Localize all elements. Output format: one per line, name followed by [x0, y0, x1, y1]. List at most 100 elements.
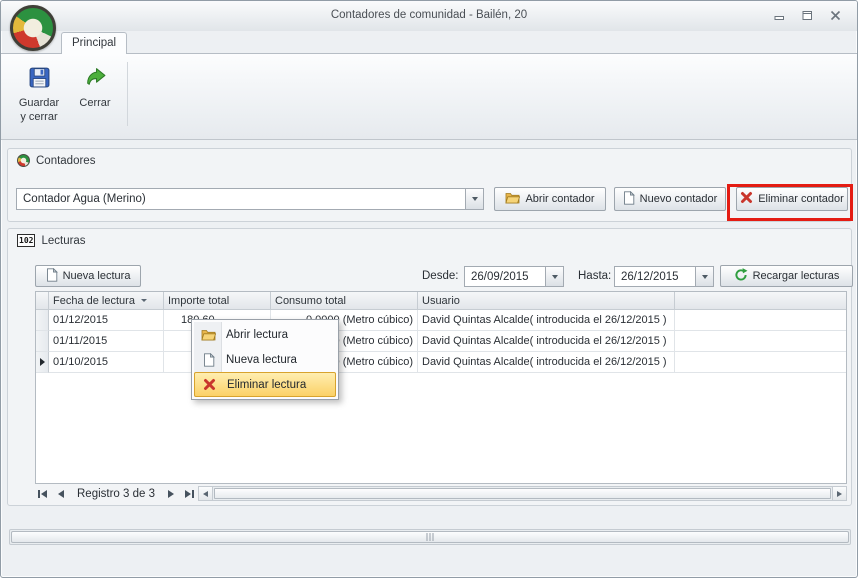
minimize-button[interactable]: [772, 9, 787, 22]
close-icon: [830, 10, 841, 21]
filter-dropdown-icon[interactable]: [141, 299, 147, 302]
tab-principal[interactable]: Principal: [61, 32, 127, 54]
table-row[interactable]: 01/10/2015 0,0000 (Metro cúbico) David Q…: [36, 352, 846, 373]
menu-item-label: Eliminar lectura: [227, 379, 306, 391]
cell-filler: [675, 331, 846, 352]
title-bar: Contadores de comunidad - Bailén, 20: [1, 1, 857, 31]
contadores-group-title: Contadores: [36, 155, 95, 167]
menu-item-eliminar-lectura[interactable]: Eliminar lectura: [194, 372, 336, 397]
contadores-group: Contadores Contador Agua (Merino) Abrir …: [7, 148, 852, 222]
nuevo-contador-button[interactable]: Nuevo contador: [614, 187, 726, 211]
menu-item-label: Nueva lectura: [226, 354, 297, 366]
column-header-usuario[interactable]: Usuario: [418, 292, 675, 310]
column-header-fecha[interactable]: Fecha de lectura: [49, 292, 164, 310]
nueva-lectura-label: Nueva lectura: [63, 270, 131, 282]
arrow-left-icon: [203, 491, 208, 497]
chevron-down-icon: [702, 275, 708, 279]
cell-filler: [675, 310, 846, 331]
scroll-left-button[interactable]: [199, 487, 213, 500]
cell-usuario: David Quintas Alcalde( introducida el 26…: [418, 310, 675, 331]
hasta-date-picker[interactable]: 26/12/2015: [614, 266, 714, 287]
abrir-contador-label: Abrir contador: [525, 193, 594, 205]
menu-item-abrir-lectura[interactable]: Abrir lectura: [194, 322, 336, 347]
cell-fecha: 01/12/2015: [49, 310, 164, 331]
pager-last-button[interactable]: [182, 488, 197, 500]
green-arrow-close-icon: [84, 66, 107, 92]
save-and-close-label: Guardar y cerrar: [19, 97, 59, 125]
column-header-consumo[interactable]: Consumo total: [271, 292, 418, 310]
new-page-icon: [200, 353, 217, 367]
app-window: Contadores de comunidad - Bailén, 20: [0, 0, 858, 578]
row-indicator-cell: [36, 331, 49, 352]
restore-icon: [802, 10, 813, 21]
eliminar-contador-label: Eliminar contador: [758, 193, 844, 205]
lecturas-grid: Fecha de lectura Importe total Consumo t…: [35, 291, 847, 484]
column-header-filler: [675, 292, 846, 310]
table-row[interactable]: 01/12/2015 180,60 0,0000 (Metro cúbico) …: [36, 310, 846, 331]
meter-icon: [17, 154, 30, 167]
column-header-importe[interactable]: Importe total: [164, 292, 271, 310]
minimize-icon: [774, 10, 785, 21]
desde-date-picker[interactable]: 26/09/2015: [464, 266, 564, 287]
ribbon-tab-strip: Principal: [1, 31, 857, 53]
counter-badge-icon: 102: [17, 234, 35, 247]
eliminar-contador-button[interactable]: Eliminar contador: [736, 187, 848, 211]
save-icon: [28, 66, 51, 92]
menu-item-label: Abrir lectura: [226, 329, 288, 341]
ribbon: Guardar y cerrar Cerrar: [1, 53, 857, 140]
red-x-delete-icon: [740, 191, 753, 207]
grid-horizontal-scrollbar[interactable]: [198, 486, 847, 501]
save-and-close-button[interactable]: Guardar y cerrar: [11, 59, 67, 136]
context-menu: Abrir lectura Nueva lectura Eliminar lec…: [191, 319, 339, 400]
cell-usuario: David Quintas Alcalde( introducida el 26…: [418, 352, 675, 373]
contador-combobox-value: Contador Agua (Merino): [17, 189, 465, 209]
desde-label: Desde:: [422, 270, 458, 282]
ribbon-separator: [127, 62, 128, 126]
nueva-lectura-button[interactable]: Nueva lectura: [35, 265, 141, 287]
window-horizontal-scrollbar[interactable]: [9, 529, 851, 545]
contador-combobox-dropdown-button[interactable]: [465, 189, 483, 209]
window-controls: [772, 9, 843, 22]
refresh-icon: [734, 268, 748, 285]
close-button[interactable]: [828, 9, 843, 22]
close-form-label: Cerrar: [79, 97, 110, 111]
scrollbar-track[interactable]: [213, 487, 832, 500]
scroll-right-button[interactable]: [832, 487, 846, 500]
scrollbar-thumb[interactable]: [11, 531, 849, 543]
abrir-contador-button[interactable]: Abrir contador: [494, 187, 606, 211]
desde-date-value: 26/09/2015: [465, 267, 545, 286]
nuevo-contador-label: Nuevo contador: [640, 193, 718, 205]
current-row-arrow-icon: [40, 358, 45, 366]
arrow-right-icon: [837, 491, 842, 497]
row-indicator-cell: [36, 310, 49, 331]
open-folder-icon: [200, 328, 217, 341]
desde-dropdown-button[interactable]: [545, 267, 563, 286]
window-title: Contadores de comunidad - Bailén, 20: [141, 9, 717, 21]
lecturas-group-header: 102 Lecturas: [8, 229, 851, 252]
new-page-icon: [623, 191, 635, 208]
restore-button[interactable]: [800, 9, 815, 22]
red-x-delete-icon: [201, 378, 218, 391]
grid-header-row: Fecha de lectura Importe total Consumo t…: [36, 292, 846, 310]
grip-icon: [427, 533, 434, 541]
hasta-dropdown-button[interactable]: [695, 267, 713, 286]
hasta-label: Hasta:: [578, 270, 611, 282]
pager-next-button[interactable]: [165, 488, 177, 500]
scrollbar-thumb[interactable]: [214, 488, 831, 499]
pager-first-button[interactable]: [35, 488, 50, 500]
app-logo-meter-icon[interactable]: [10, 5, 56, 51]
chevron-down-icon: [552, 275, 558, 279]
new-page-icon: [46, 268, 58, 285]
table-row[interactable]: 01/11/2015 0,0000 (Metro cúbico) David Q…: [36, 331, 846, 352]
pager-previous-button[interactable]: [55, 488, 67, 500]
close-form-button[interactable]: Cerrar: [71, 59, 119, 136]
grid-pager: Registro 3 de 3: [35, 485, 197, 502]
open-folder-icon: [505, 191, 520, 207]
lecturas-group: 102 Lecturas Nueva lectura Desde: 26/09/…: [7, 228, 852, 506]
cell-usuario: David Quintas Alcalde( introducida el 26…: [418, 331, 675, 352]
row-indicator-cell: [36, 352, 49, 373]
recargar-lecturas-button[interactable]: Recargar lecturas: [720, 265, 853, 287]
menu-item-nueva-lectura[interactable]: Nueva lectura: [194, 347, 336, 372]
contador-combobox[interactable]: Contador Agua (Merino): [16, 188, 484, 210]
cell-fecha: 01/10/2015: [49, 352, 164, 373]
